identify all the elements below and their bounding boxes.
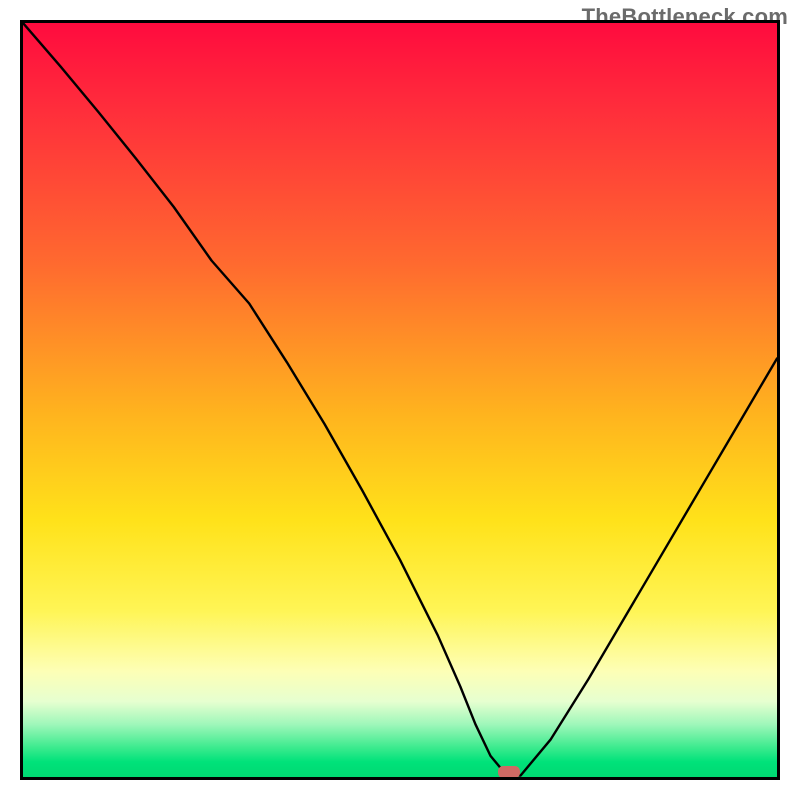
bottleneck-curve	[23, 23, 777, 777]
chart-canvas: TheBottleneck.com	[0, 0, 800, 800]
optimal-marker	[498, 766, 520, 778]
plot-frame	[20, 20, 780, 780]
